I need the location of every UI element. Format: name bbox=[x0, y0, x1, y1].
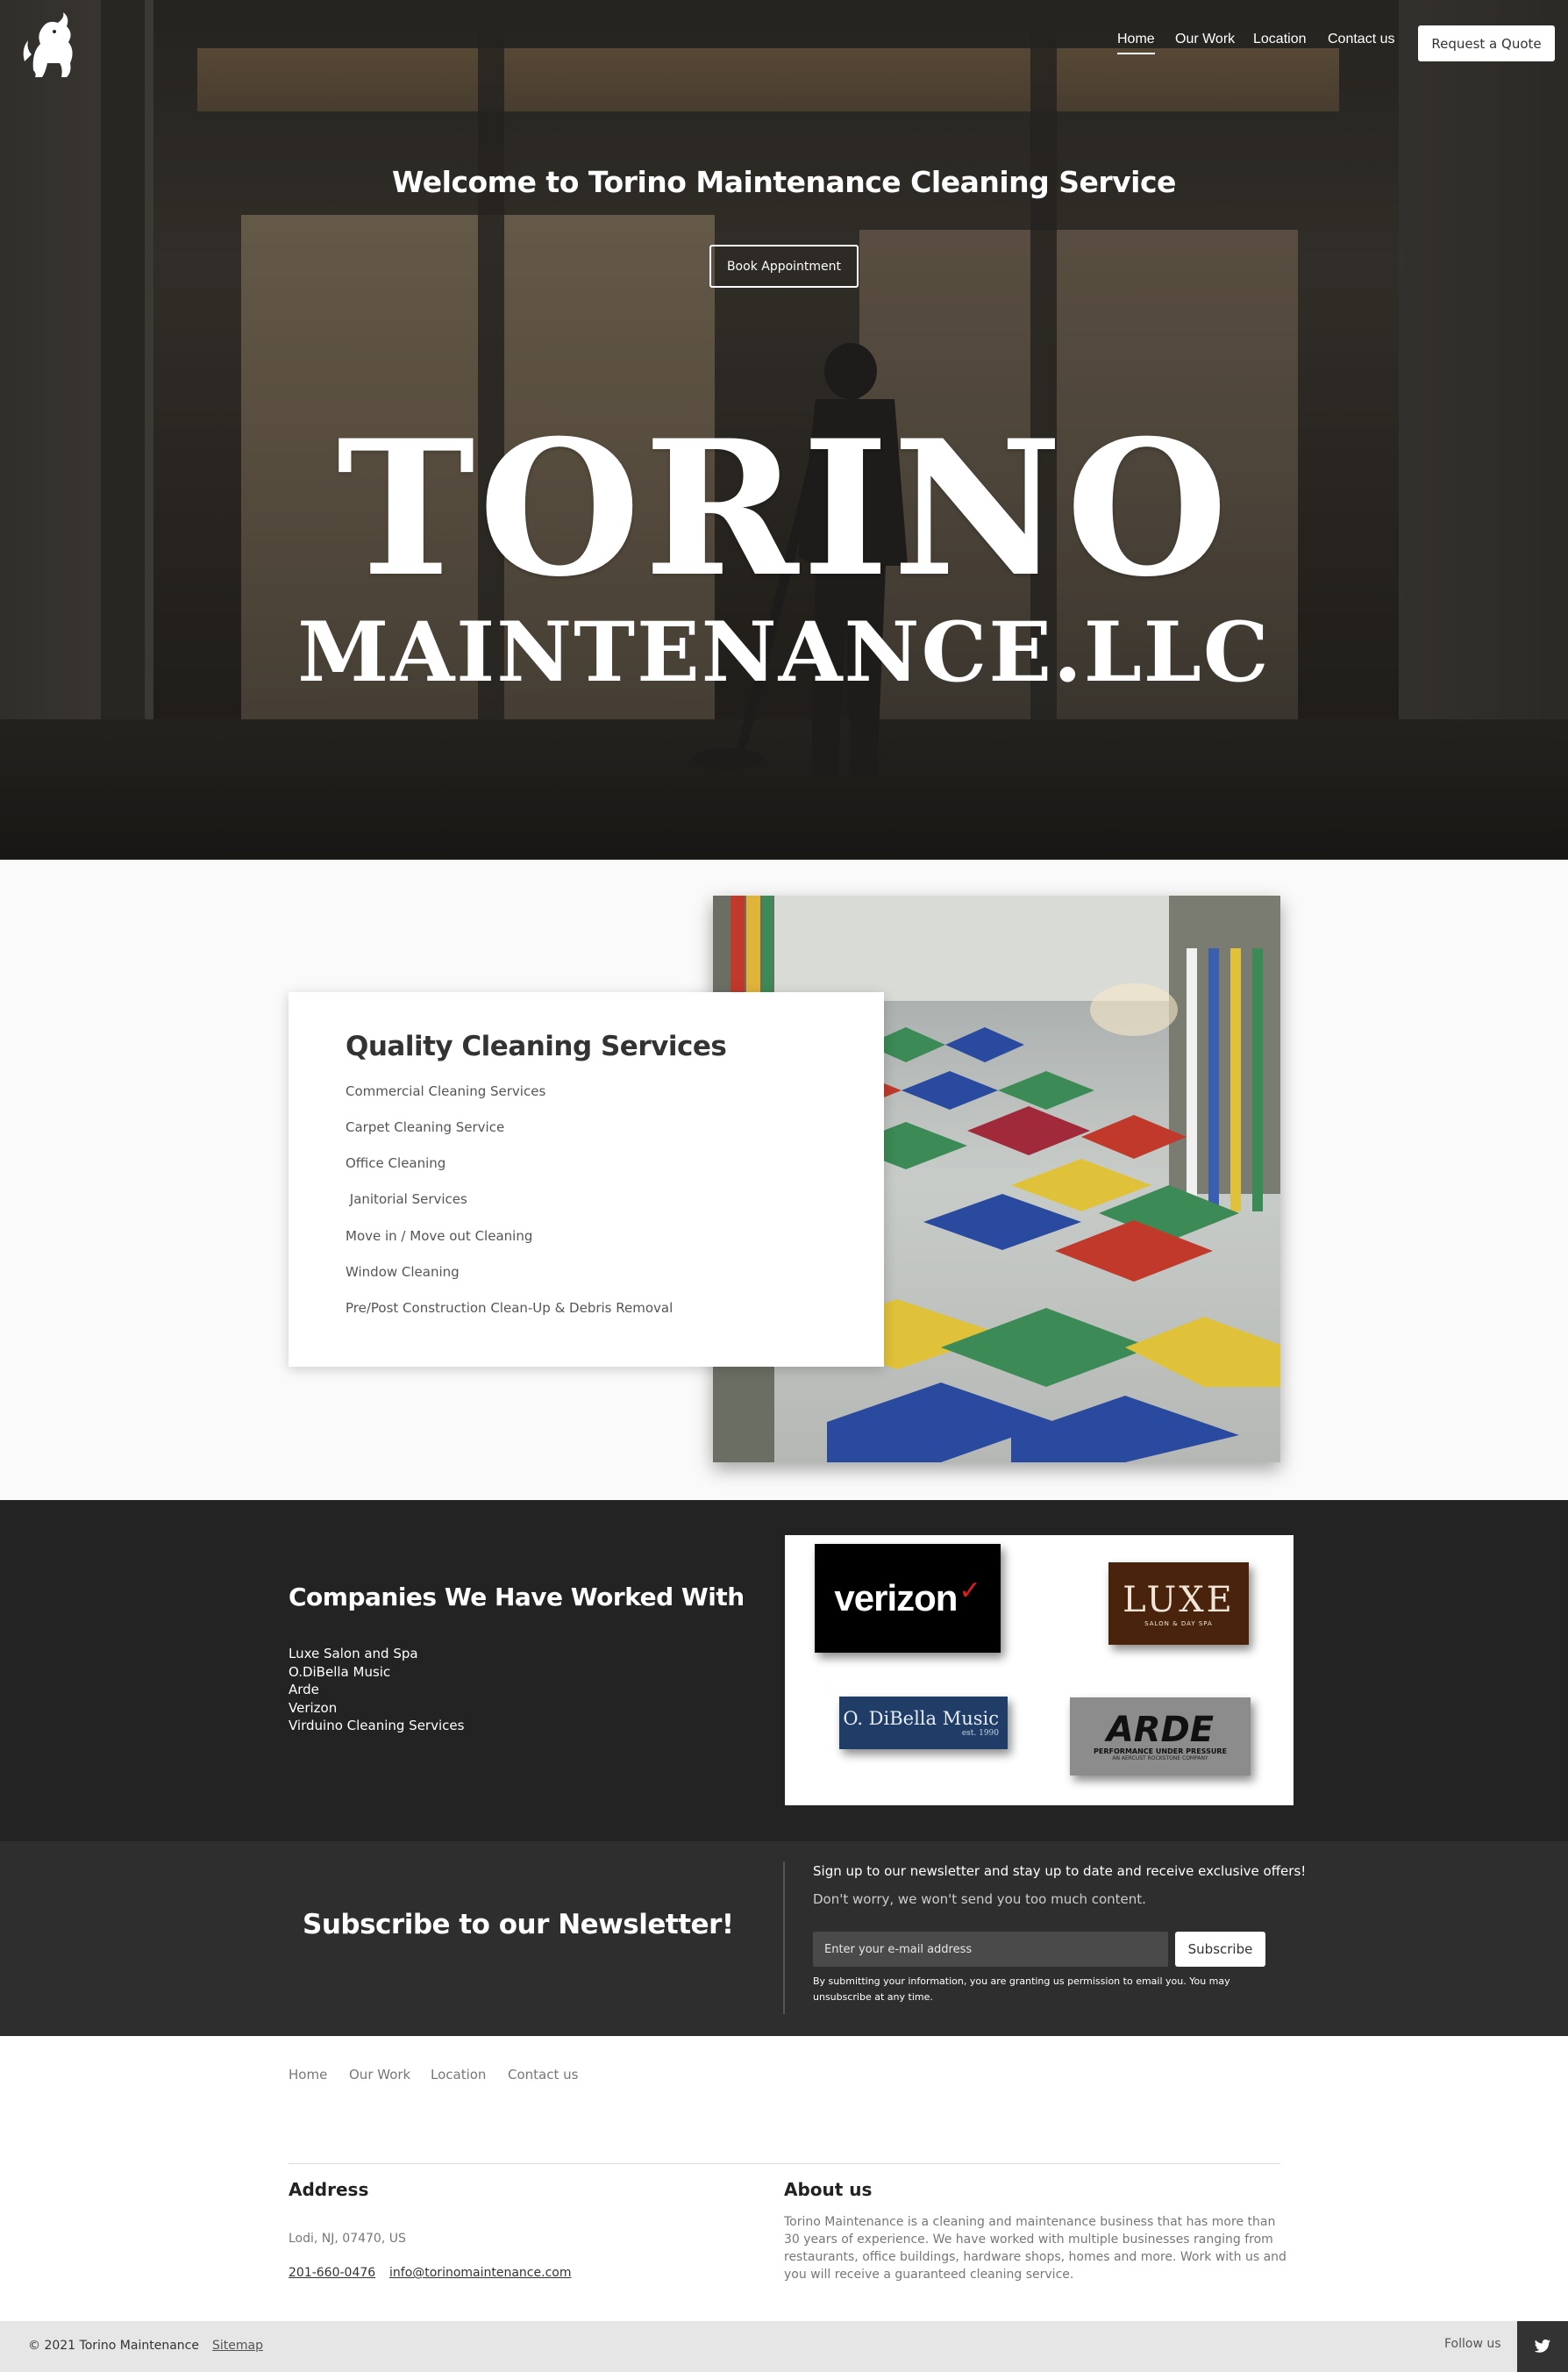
verizon-check-icon: ✓ bbox=[959, 1575, 981, 1606]
about-heading: About us bbox=[784, 2179, 873, 2200]
company-item: Virduino Cleaning Services bbox=[289, 1718, 465, 1733]
services-card: Quality Cleaning Services Commercial Cle… bbox=[289, 992, 884, 1367]
luxe-logo-subtext: SALON & DAY SPA bbox=[1144, 1620, 1213, 1627]
footer-our-work-link[interactable]: Our Work bbox=[349, 2067, 410, 2083]
lion-logo-icon[interactable] bbox=[16, 9, 82, 82]
service-item: Pre/Post Construction Clean-Up & Debris … bbox=[346, 1300, 674, 1316]
nav-home-link[interactable]: Home bbox=[1117, 32, 1155, 54]
service-item: Commercial Cleaning Services bbox=[346, 1083, 546, 1099]
newsletter-title: Subscribe to our Newsletter! bbox=[303, 1909, 734, 1940]
newsletter-headline: Sign up to our newsletter and stay up to… bbox=[813, 1863, 1307, 1879]
about-text: Torino Maintenance is a cleaning and mai… bbox=[784, 2215, 1286, 2282]
follow-us-label: Follow us bbox=[1444, 2337, 1501, 2351]
email-link[interactable]: info@torinomaintenance.com bbox=[389, 2266, 571, 2280]
dibella-logo: O. DiBella Music est. 1990 bbox=[839, 1697, 1008, 1749]
service-item: Move in / Move out Cleaning bbox=[346, 1228, 533, 1244]
copyright-text: © 2021 Torino Maintenance bbox=[28, 2339, 199, 2353]
address-text: Lodi, NJ, 07470, US bbox=[289, 2232, 406, 2246]
arde-logo-subtext: PERFORMANCE UNDER PRESSURE bbox=[1094, 1747, 1227, 1755]
twitter-button[interactable] bbox=[1517, 2321, 1568, 2372]
services-title: Quality Cleaning Services bbox=[346, 1031, 727, 1062]
hero-title: Welcome to Torino Maintenance Cleaning S… bbox=[392, 165, 1176, 199]
newsletter-subtext: Don't worry, we won't send you too much … bbox=[813, 1891, 1146, 1907]
company-item: Luxe Salon and Spa bbox=[289, 1646, 418, 1661]
brand-wordmark-torino: TORINO bbox=[336, 399, 1232, 618]
phone-link[interactable]: 201-660-0476 bbox=[289, 2266, 375, 2280]
arde-logo: ARDE PERFORMANCE UNDER PRESSURE AN AERCU… bbox=[1070, 1697, 1251, 1775]
service-item: Janitorial Services bbox=[346, 1191, 467, 1207]
footer-location-link[interactable]: Location bbox=[431, 2067, 486, 2083]
luxe-logo: LUXE SALON & DAY SPA bbox=[1108, 1562, 1249, 1645]
subscribe-button[interactable]: Subscribe bbox=[1175, 1932, 1265, 1967]
newsletter-legal-text: By submitting your information, you are … bbox=[813, 1975, 1230, 2003]
client-logos-panel: verizon ✓ LUXE SALON & DAY SPA O. DiBell… bbox=[785, 1535, 1294, 1805]
book-appointment-button[interactable]: Book Appointment bbox=[709, 245, 859, 288]
arde-logo-subtext-2: AN AERCUST ROCKSTONE COMPANY bbox=[1112, 1754, 1208, 1761]
verizon-logo-text: verizon bbox=[834, 1577, 958, 1618]
footer-contact-link[interactable]: Contact us bbox=[508, 2067, 578, 2083]
nav-our-work-link[interactable]: Our Work bbox=[1175, 32, 1235, 47]
luxe-logo-text: LUXE bbox=[1123, 1580, 1235, 1620]
brand-wordmark-maintenance: MAINTENANCE.LLC bbox=[297, 604, 1271, 701]
service-item: Office Cleaning bbox=[346, 1155, 446, 1171]
companies-section bbox=[0, 1500, 1568, 1841]
service-item: Window Cleaning bbox=[346, 1264, 460, 1280]
hero-section: Home Our Work Location Contact us Reques… bbox=[0, 0, 1568, 860]
company-item: O.DiBella Music bbox=[289, 1664, 391, 1680]
newsletter-divider bbox=[783, 1861, 785, 2014]
dibella-logo-text: O. DiBella Music bbox=[843, 1708, 999, 1729]
email-input[interactable] bbox=[813, 1932, 1168, 1967]
service-item: Carpet Cleaning Service bbox=[346, 1119, 505, 1135]
twitter-icon bbox=[1534, 2339, 1551, 2353]
dibella-logo-subtext: est. 1990 bbox=[961, 1729, 999, 1738]
nav-location-link[interactable]: Location bbox=[1253, 32, 1307, 47]
nav-contact-link[interactable]: Contact us bbox=[1328, 32, 1394, 47]
request-quote-button[interactable]: Request a Quote bbox=[1418, 25, 1555, 61]
companies-title: Companies We Have Worked With bbox=[289, 1583, 745, 1611]
arde-logo-text: ARDE bbox=[1106, 1709, 1215, 1750]
company-item: Arde bbox=[289, 1682, 319, 1697]
sitemap-link[interactable]: Sitemap bbox=[212, 2339, 263, 2353]
footer-divider bbox=[289, 2163, 1280, 2164]
address-heading: Address bbox=[289, 2179, 369, 2200]
company-item: Verizon bbox=[289, 1700, 338, 1716]
footer-home-link[interactable]: Home bbox=[289, 2067, 327, 2083]
verizon-logo: verizon ✓ bbox=[815, 1544, 1001, 1653]
